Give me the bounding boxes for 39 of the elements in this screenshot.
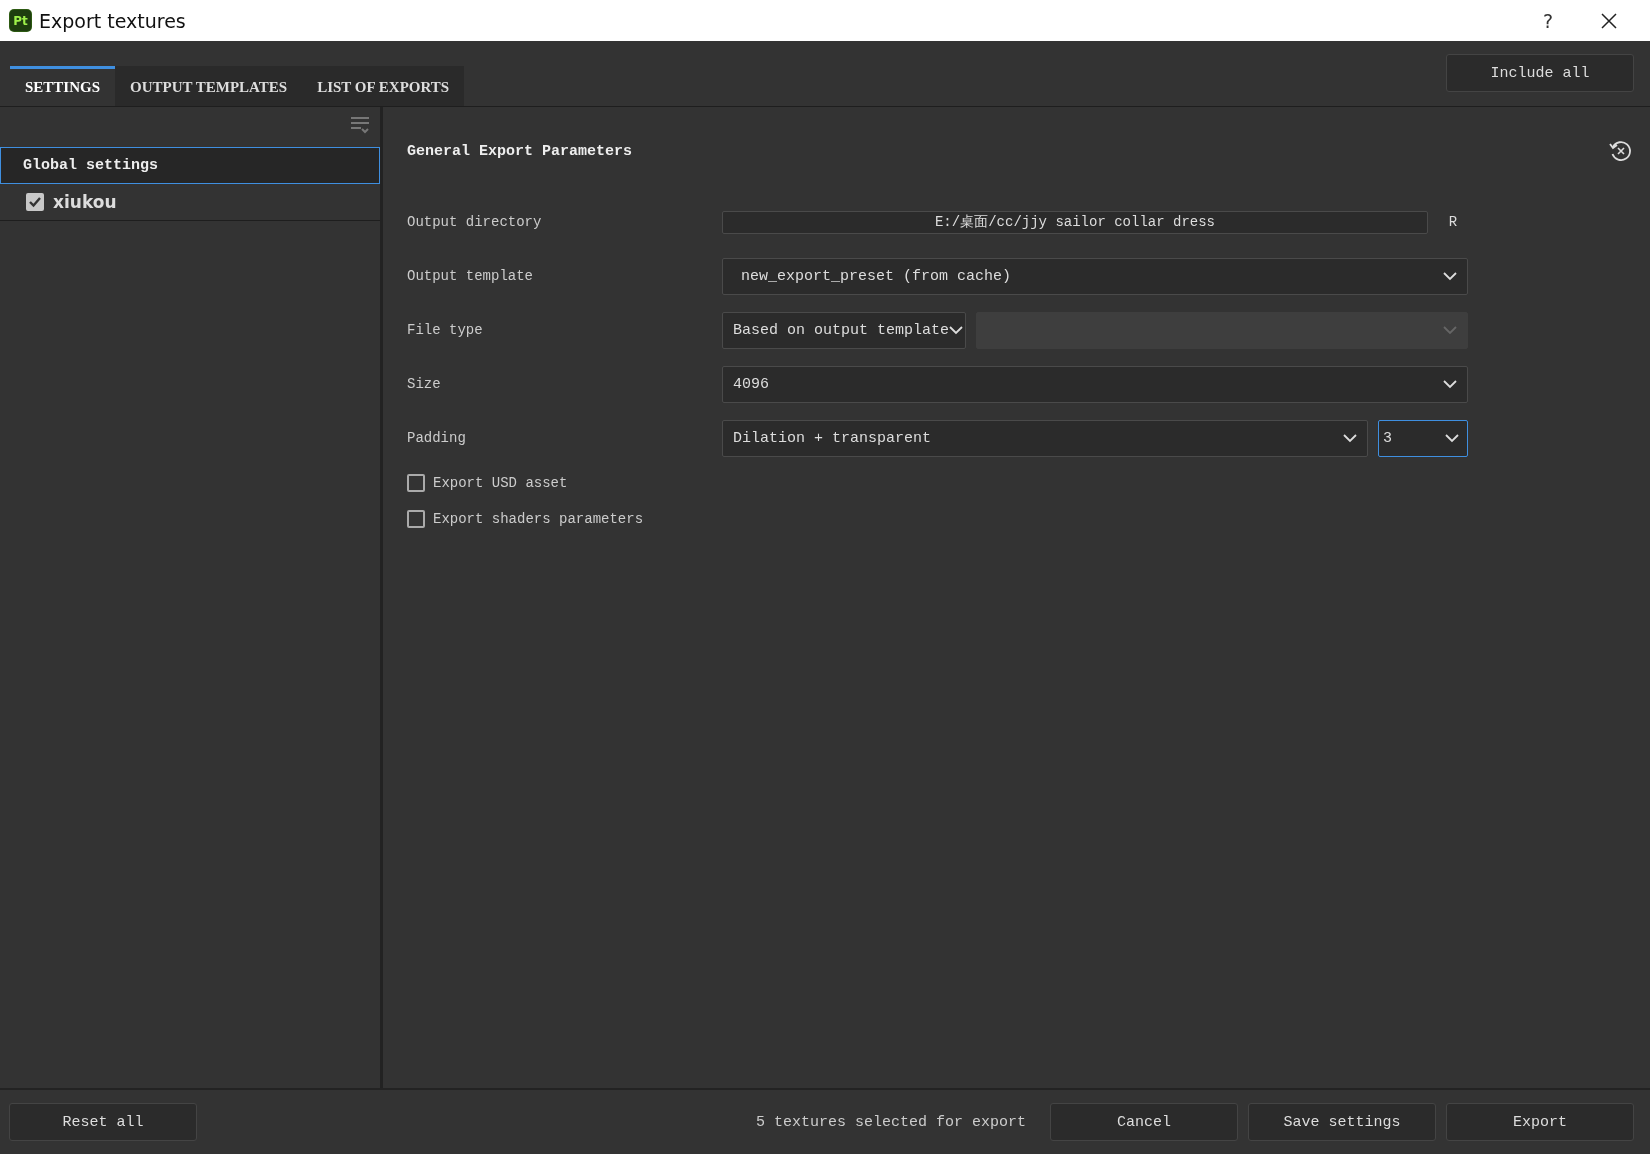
checkbox[interactable]	[407, 510, 425, 528]
tab[interactable]: OUTPUT TEMPLATES	[115, 66, 303, 106]
chevron-icon	[949, 325, 964, 335]
field-suffix: R	[1447, 214, 1459, 230]
dropdown[interactable]: Based on output template	[722, 311, 966, 349]
cancel-button[interactable]: Cancel	[1050, 1103, 1238, 1141]
reset-icon[interactable]	[1608, 138, 1634, 164]
sidebar-item[interactable]: Global settings	[0, 147, 380, 184]
status-text: 5 textures selected for export	[754, 1113, 1027, 1131]
sidebar-item[interactable]: xiukou	[0, 184, 380, 221]
checkbox-label: Export shaders parameters	[433, 511, 644, 527]
checkbox-label: Export USD asset	[433, 475, 568, 491]
dropdown[interactable]: Dilation + transparent	[722, 419, 1368, 457]
reset-all-button[interactable]: Reset all	[9, 1103, 197, 1141]
chevron-icon	[1443, 271, 1457, 281]
field-label: Size	[407, 376, 442, 392]
window-title: Export textures	[39, 9, 187, 32]
chevron-icon	[1443, 325, 1457, 335]
checkbox[interactable]	[26, 193, 44, 211]
path-field[interactable]: E:/桌面/cc/jjy sailor collar dress	[722, 210, 1428, 234]
dropdown[interactable]: new_export_preset (from cache)	[722, 257, 1468, 295]
save-settings-button[interactable]: Save settings	[1248, 1103, 1436, 1141]
app-logo: Pt	[10, 10, 31, 31]
item-label: xiukou	[53, 192, 117, 212]
chevron-icon	[1445, 433, 1459, 443]
chevron-icon	[1343, 433, 1357, 443]
field-label: Output directory	[407, 214, 543, 230]
field-label: Padding	[407, 430, 467, 446]
checkbox[interactable]	[407, 474, 425, 492]
tab[interactable]: LIST OF EXPORTS	[302, 66, 465, 106]
export-button[interactable]: Export	[1446, 1103, 1634, 1141]
section-title: General Export Parameters	[407, 141, 634, 162]
chevron-icon	[1443, 379, 1457, 389]
help-button[interactable]: ?	[1528, 9, 1568, 32]
include-all-button[interactable]: Include all	[1446, 54, 1634, 92]
dropdown[interactable]: 4096	[722, 365, 1468, 403]
dropdown[interactable]: 3	[1378, 419, 1468, 457]
field-label: Output template	[407, 268, 535, 284]
field-label: File type	[407, 322, 484, 338]
